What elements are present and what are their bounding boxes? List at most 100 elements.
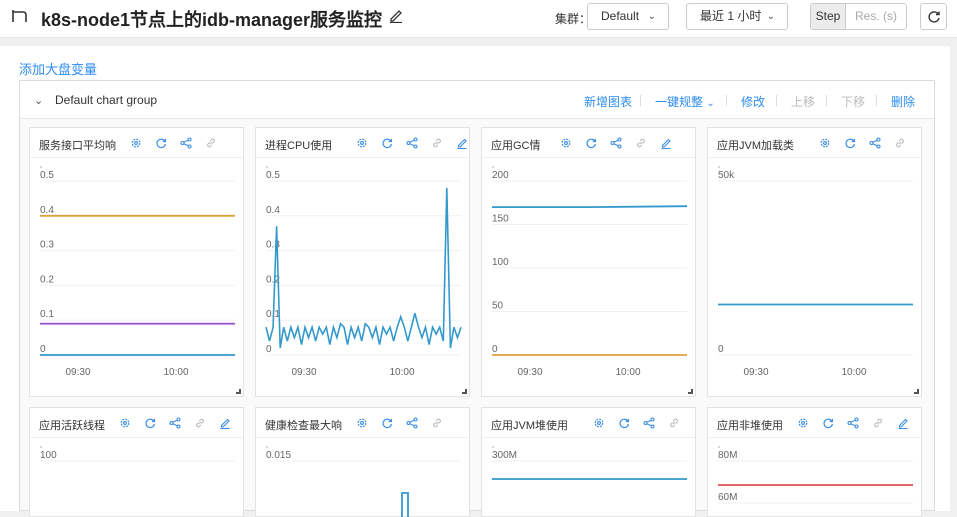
share-icon[interactable]: [847, 417, 859, 429]
refresh-icon[interactable]: [822, 417, 834, 429]
settings-icon[interactable]: [130, 137, 142, 149]
refresh-icon[interactable]: [618, 417, 630, 429]
chart-plot[interactable]: 200 150 100 50 0 09:30 10:00: [482, 159, 695, 397]
resolution-input[interactable]: Res. (s): [846, 4, 906, 29]
share-icon[interactable]: [180, 137, 192, 149]
link-icon[interactable]: [894, 137, 906, 149]
move-up-button[interactable]: 上移: [791, 93, 815, 110]
chart-plot[interactable]: 0.50.40.30.20.1009:30 10:00: [256, 159, 469, 397]
divider: [726, 95, 727, 106]
link-icon[interactable]: [872, 417, 884, 429]
resize-handle[interactable]: [914, 389, 919, 394]
chart-plot[interactable]: 50k 0 09:30 10:00: [708, 159, 921, 397]
share-icon[interactable]: [643, 417, 655, 429]
cluster-select-value: Default: [601, 9, 640, 23]
edit-icon[interactable]: [660, 137, 672, 149]
y-tick-label: 50: [492, 301, 504, 312]
link-icon[interactable]: [205, 137, 217, 149]
one-click-arrange-button[interactable]: 一键规整 ⌄: [655, 93, 715, 110]
refresh-icon[interactable]: [144, 417, 156, 429]
axis-marker: [40, 166, 42, 168]
chart-panel-title: 进程CPU使用: [265, 140, 333, 152]
y-tick-label: 0.5: [266, 170, 280, 181]
chart-plot[interactable]: 100: [30, 439, 243, 517]
series-line: [492, 205, 688, 208]
chart-panel-header: 应用活跃线程: [30, 408, 243, 438]
chevron-down-icon: ⌄: [647, 11, 656, 22]
link-icon[interactable]: [668, 417, 680, 429]
edit-icon[interactable]: [897, 417, 909, 429]
chart-group-header: ⌄ Default chart group 新增图表 一键规整 ⌄ 修改 上移 …: [20, 81, 934, 119]
chart-plot[interactable]: 300M: [482, 439, 695, 517]
chart-panel-title: 健康检查最大响: [265, 420, 342, 432]
share-icon[interactable]: [169, 417, 181, 429]
chart-panel: 服务接口平均响 0.5 0.4 0.3 0.2 0.1 0 09:30 10:00: [29, 127, 244, 397]
refresh-icon[interactable]: [844, 137, 856, 149]
chart-panel: 应用JVM加载类 50k 0 09:30 10:00: [707, 127, 922, 397]
chart-panel-header: 健康检查最大响: [256, 408, 469, 438]
y-tick-label: 0.5: [40, 170, 54, 181]
y-tick-label: 80M: [718, 450, 737, 461]
modify-button[interactable]: 修改: [741, 93, 765, 110]
share-icon[interactable]: [610, 137, 622, 149]
chart-panel-header: 应用JVM加载类: [708, 128, 921, 158]
refresh-icon[interactable]: [381, 137, 393, 149]
y-tick-label: 0.1: [40, 309, 54, 320]
chevron-down-icon: ⌄: [766, 11, 775, 22]
edit-title-icon[interactable]: [388, 7, 404, 23]
resize-handle[interactable]: [688, 389, 693, 394]
chart-panel-header: 应用JVM堆使用: [482, 408, 695, 438]
link-icon[interactable]: [431, 137, 443, 149]
cluster-select[interactable]: Default ⌄: [587, 3, 669, 30]
settings-icon[interactable]: [119, 417, 131, 429]
axis-marker: [266, 166, 268, 168]
y-tick-label: 0.2: [40, 274, 54, 285]
settings-icon[interactable]: [560, 137, 572, 149]
share-icon[interactable]: [406, 417, 418, 429]
refresh-icon[interactable]: [155, 137, 167, 149]
y-tick-label: 60M: [718, 492, 737, 503]
one-click-arrange-label: 一键规整: [655, 95, 704, 109]
move-down-button[interactable]: 下移: [841, 93, 865, 110]
refresh-icon: [928, 11, 940, 23]
edit-icon[interactable]: [219, 417, 231, 429]
chart-plot[interactable]: 0.015: [256, 439, 469, 517]
chart-panel-title: 应用非堆使用: [717, 420, 783, 432]
edit-icon[interactable]: [456, 137, 468, 149]
resize-handle[interactable]: [236, 389, 241, 394]
settings-icon[interactable]: [356, 137, 368, 149]
collapse-chevron-icon[interactable]: ⌄: [34, 94, 43, 107]
back-icon[interactable]: [10, 7, 28, 25]
share-icon[interactable]: [406, 137, 418, 149]
y-tick-label: 0: [718, 344, 724, 355]
time-range-value: 最近 1 小时: [700, 9, 762, 23]
share-icon[interactable]: [869, 137, 881, 149]
step-resolution-group: Step Res. (s): [810, 3, 907, 30]
new-chart-button[interactable]: 新增图表: [584, 93, 632, 110]
y-tick-label: 0.3: [40, 240, 54, 251]
page-title: k8s-node1节点上的idb-manager服务监控: [41, 10, 383, 30]
top-bar: k8s-node1节点上的idb-manager服务监控 集群： Default…: [0, 0, 957, 38]
delete-button[interactable]: 删除: [891, 93, 915, 110]
link-icon[interactable]: [431, 417, 443, 429]
y-tick-label: 100: [40, 450, 57, 461]
chart-panel-title: 应用JVM加载类: [717, 140, 794, 152]
chart-plot[interactable]: 0.50.40.30.20.1009:30 10:00: [30, 159, 243, 397]
add-variable-link[interactable]: 添加大盘变量: [19, 59, 97, 78]
step-button[interactable]: Step: [811, 4, 846, 29]
settings-icon[interactable]: [356, 417, 368, 429]
x-tick-label: 09:30: [517, 367, 542, 378]
time-range-select[interactable]: 最近 1 小时 ⌄: [686, 3, 788, 30]
x-tick-label: 10:00: [163, 367, 188, 378]
refresh-icon[interactable]: [381, 417, 393, 429]
settings-icon[interactable]: [593, 417, 605, 429]
refresh-button[interactable]: [920, 3, 947, 30]
y-tick-label: 0.4: [40, 205, 54, 216]
resize-handle[interactable]: [462, 389, 467, 394]
settings-icon[interactable]: [819, 137, 831, 149]
link-icon[interactable]: [194, 417, 206, 429]
settings-icon[interactable]: [797, 417, 809, 429]
chart-plot[interactable]: 80M 60M: [708, 439, 921, 517]
link-icon[interactable]: [635, 137, 647, 149]
refresh-icon[interactable]: [585, 137, 597, 149]
